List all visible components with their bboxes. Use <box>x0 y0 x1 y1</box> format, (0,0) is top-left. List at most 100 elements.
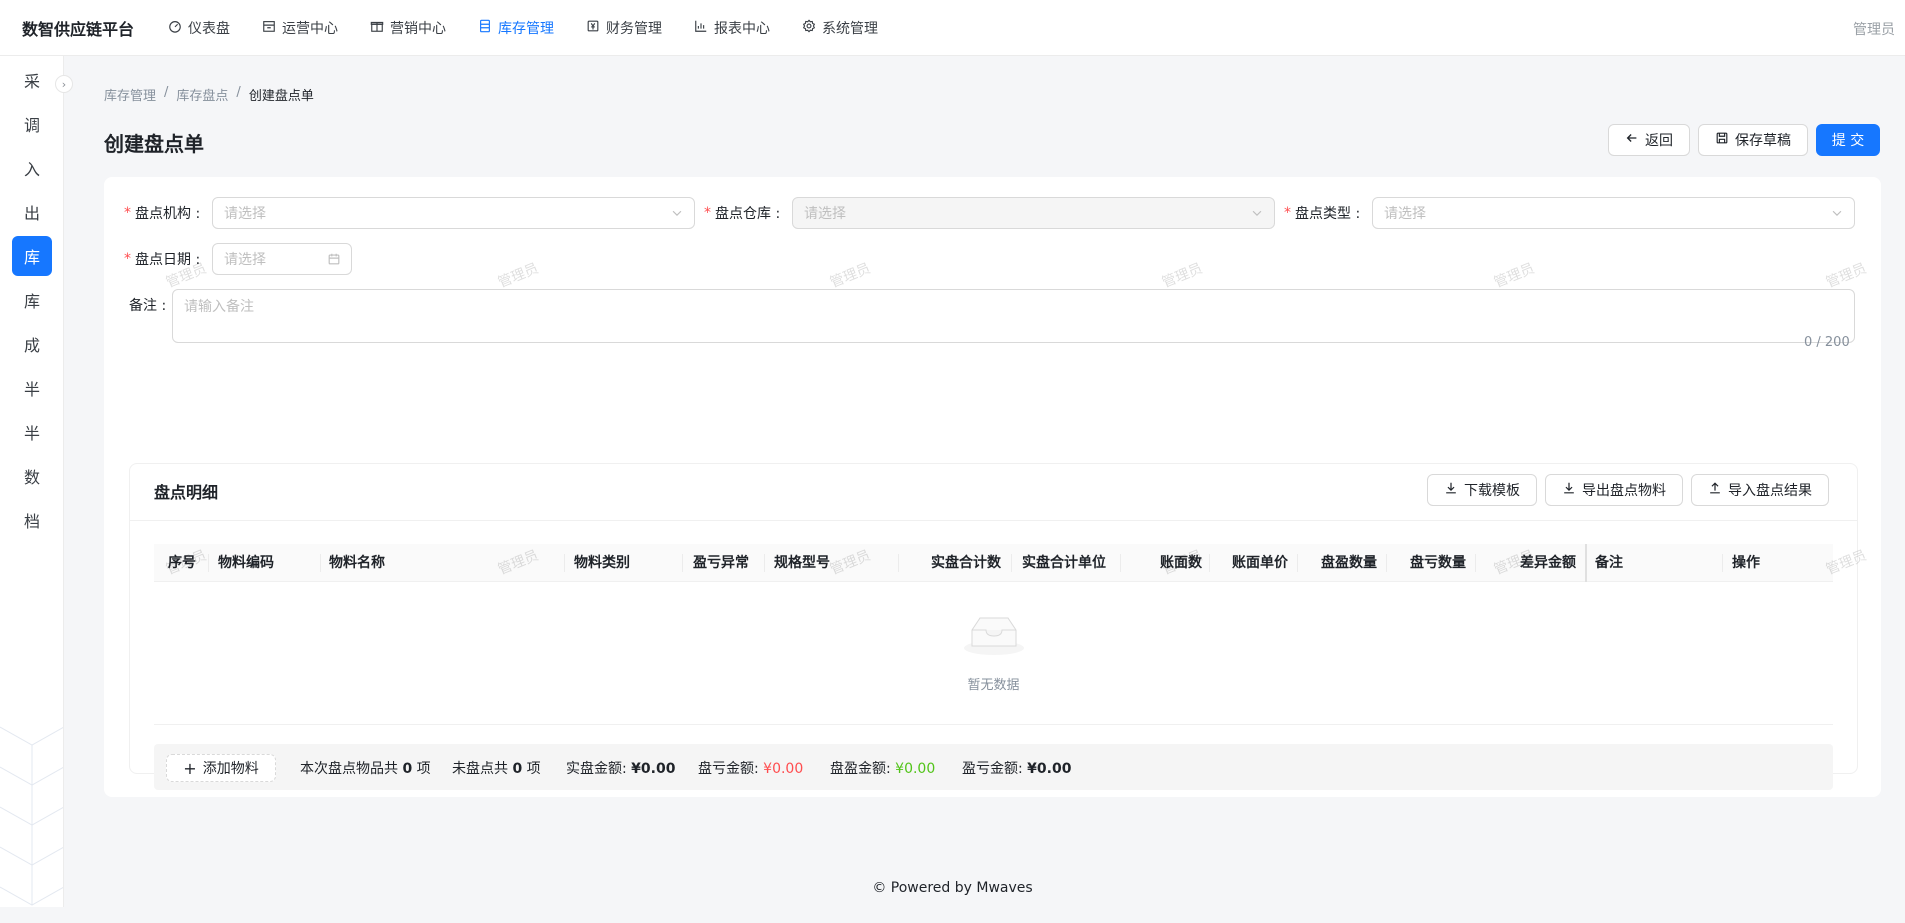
stocktake-detail-panel: 盘点明细 下载模板 导出盘点物料 导入盘点结果 序号 物料编码 物料名称 物料类… <box>129 463 1858 790</box>
nav-label: 报表中心 <box>714 20 771 37</box>
nav-item-inventory[interactable]: 库存管理 <box>462 0 570 56</box>
remark-textarea[interactable]: 请输入备注 <box>172 289 1855 343</box>
import-results-button[interactable]: 导入盘点结果 <box>1691 474 1829 506</box>
table-bottom-border <box>154 724 1833 725</box>
sidebar-item-data[interactable]: 数 <box>12 456 52 496</box>
export-materials-button[interactable]: 导出盘点物料 <box>1545 474 1683 506</box>
breadcrumb-stocktake[interactable]: 库存盘点 <box>176 85 228 104</box>
divider <box>130 520 1857 521</box>
type-label: * 盘点类型 : <box>1284 205 1361 222</box>
back-button[interactable]: 返回 <box>1608 124 1690 156</box>
download-template-button[interactable]: 下载模板 <box>1427 474 1537 506</box>
chart-icon <box>694 19 708 37</box>
date-picker[interactable]: 请选择 <box>212 243 352 275</box>
page-title: 创建盘点单 <box>104 132 204 156</box>
shop-icon <box>262 19 276 37</box>
chevron-down-icon <box>1832 210 1842 217</box>
column-header: 物料名称 <box>329 555 385 571</box>
add-material-button[interactable]: + 添加物料 <box>166 754 276 782</box>
empty-text: 暂无数据 <box>967 678 1020 693</box>
main-nav: 仪表盘 运营中心 营销中心 库存管理 财务管理 报表中心 系统管理 <box>152 0 894 56</box>
sidebar-item-semi-1[interactable]: 半 <box>12 368 52 408</box>
top-navbar: 数智供应链平台 仪表盘 运营中心 营销中心 库存管理 财务管理 报表中心 系统管… <box>0 0 1905 56</box>
org-select[interactable]: 请选择 <box>212 197 695 229</box>
sidebar-item-transfer[interactable]: 调 <box>12 104 52 144</box>
column-header: 盘亏数量 <box>1410 555 1466 571</box>
sidebar-item-outbound[interactable]: 出 <box>12 192 52 232</box>
upload-icon <box>1708 481 1722 499</box>
sidebar-pattern <box>0 726 63 906</box>
warehouse-select[interactable]: 请选择 <box>792 197 1275 229</box>
column-separator <box>1209 554 1210 572</box>
nav-label: 运营中心 <box>282 20 339 37</box>
nav-item-marketing[interactable]: 营销中心 <box>354 0 462 56</box>
sidebar-item-purchase[interactable]: 采 <box>12 60 52 100</box>
form-card: * 盘点机构 : 请选择 * 盘点仓库 : 请选择 * 盘点类型 : 请选择 * 盘点日… <box>104 177 1881 797</box>
column-header: 物料类别 <box>574 555 630 571</box>
column-separator <box>320 554 321 572</box>
column-header: 实盘合计单位 <box>1022 555 1106 571</box>
type-select[interactable]: 请选择 <box>1372 197 1855 229</box>
chevron-down-icon <box>1252 210 1262 217</box>
sidebar-item-finished[interactable]: 成 <box>12 324 52 364</box>
column-header: 备注 <box>1595 555 1623 571</box>
inventory-icon <box>478 19 492 37</box>
powered-by-footer: © Powered by Mwaves <box>0 880 1905 896</box>
breadcrumb: 库存管理 / 库存盘点 / 创建盘点单 <box>104 85 314 104</box>
column-separator <box>898 554 899 572</box>
column-separator <box>1386 554 1387 572</box>
column-header: 操作 <box>1732 555 1760 571</box>
org-label: * 盘点机构 : <box>124 205 201 222</box>
sidebar-item-inbound[interactable]: 入 <box>12 148 52 188</box>
date-label: * 盘点日期 : <box>124 251 201 268</box>
plus-icon: + <box>183 758 197 778</box>
nav-item-operations[interactable]: 运营中心 <box>246 0 354 56</box>
org-select-placeholder: 请选择 <box>224 206 266 222</box>
sidebar-item-stocktake[interactable]: 库 <box>12 236 52 276</box>
nav-item-finance[interactable]: 财务管理 <box>570 0 678 56</box>
warehouse-label: * 盘点仓库 : <box>704 205 781 222</box>
submit-button[interactable]: 提 交 <box>1816 124 1880 156</box>
summary-actual-amount: 实盘金额: ¥0.00 <box>566 761 676 777</box>
table-header: 序号 物料编码 物料名称 物料类别 盈亏异常 规格型号 实盘合计数 实盘合计单位… <box>154 544 1833 582</box>
main-content: 库存管理 / 库存盘点 / 创建盘点单 创建盘点单 返回 保存草稿 提 交 * 盘… <box>64 56 1905 907</box>
breadcrumb-inventory[interactable]: 库存管理 <box>104 85 156 104</box>
import-results-label: 导入盘点结果 <box>1728 483 1812 499</box>
user-name[interactable]: 管理员 <box>1853 19 1895 39</box>
column-header: 账面数 <box>1160 555 1202 571</box>
sidebar-item-archive[interactable]: 档 <box>12 500 52 540</box>
gear-icon <box>802 18 816 37</box>
nav-item-system[interactable]: 系统管理 <box>786 0 894 56</box>
save-draft-button[interactable]: 保存草稿 <box>1698 124 1808 156</box>
save-icon <box>1715 131 1729 149</box>
chevron-down-icon <box>672 210 682 217</box>
nav-item-reports[interactable]: 报表中心 <box>678 0 786 56</box>
sidebar-item-stock[interactable]: 库 <box>12 280 52 320</box>
sidebar-collapse-button[interactable]: › <box>55 75 73 93</box>
column-header: 盘盈数量 <box>1321 555 1377 571</box>
warehouse-select-placeholder: 请选择 <box>804 206 846 222</box>
powered-by-text: Powered by Mwaves <box>890 880 1033 896</box>
nav-label: 财务管理 <box>606 20 663 37</box>
dashboard-icon <box>168 19 182 37</box>
nav-label: 库存管理 <box>498 20 555 37</box>
column-header: 账面单价 <box>1232 555 1288 571</box>
column-separator <box>764 554 765 572</box>
nav-item-dashboard[interactable]: 仪表盘 <box>152 0 246 56</box>
detail-title: 盘点明细 <box>154 483 219 502</box>
column-header: 实盘合计数 <box>931 555 1001 571</box>
calendar-icon <box>328 253 340 265</box>
summary-loss-amount: 盘亏金额: ¥0.00 <box>698 761 804 777</box>
empty-box-icon <box>964 617 1024 655</box>
sidebar-item-semi-2[interactable]: 半 <box>12 412 52 452</box>
save-draft-label: 保存草稿 <box>1735 133 1791 149</box>
column-separator <box>208 554 209 572</box>
download-template-label: 下载模板 <box>1464 483 1520 499</box>
date-picker-placeholder: 请选择 <box>224 252 266 268</box>
breadcrumb-separator: / <box>236 85 241 100</box>
column-separator <box>1475 554 1476 572</box>
copyright-icon: © <box>872 880 887 896</box>
chevron-right-icon: › <box>61 77 67 91</box>
gift-icon <box>370 19 384 37</box>
summary-pending: 未盘点共 0 项 <box>452 761 541 777</box>
